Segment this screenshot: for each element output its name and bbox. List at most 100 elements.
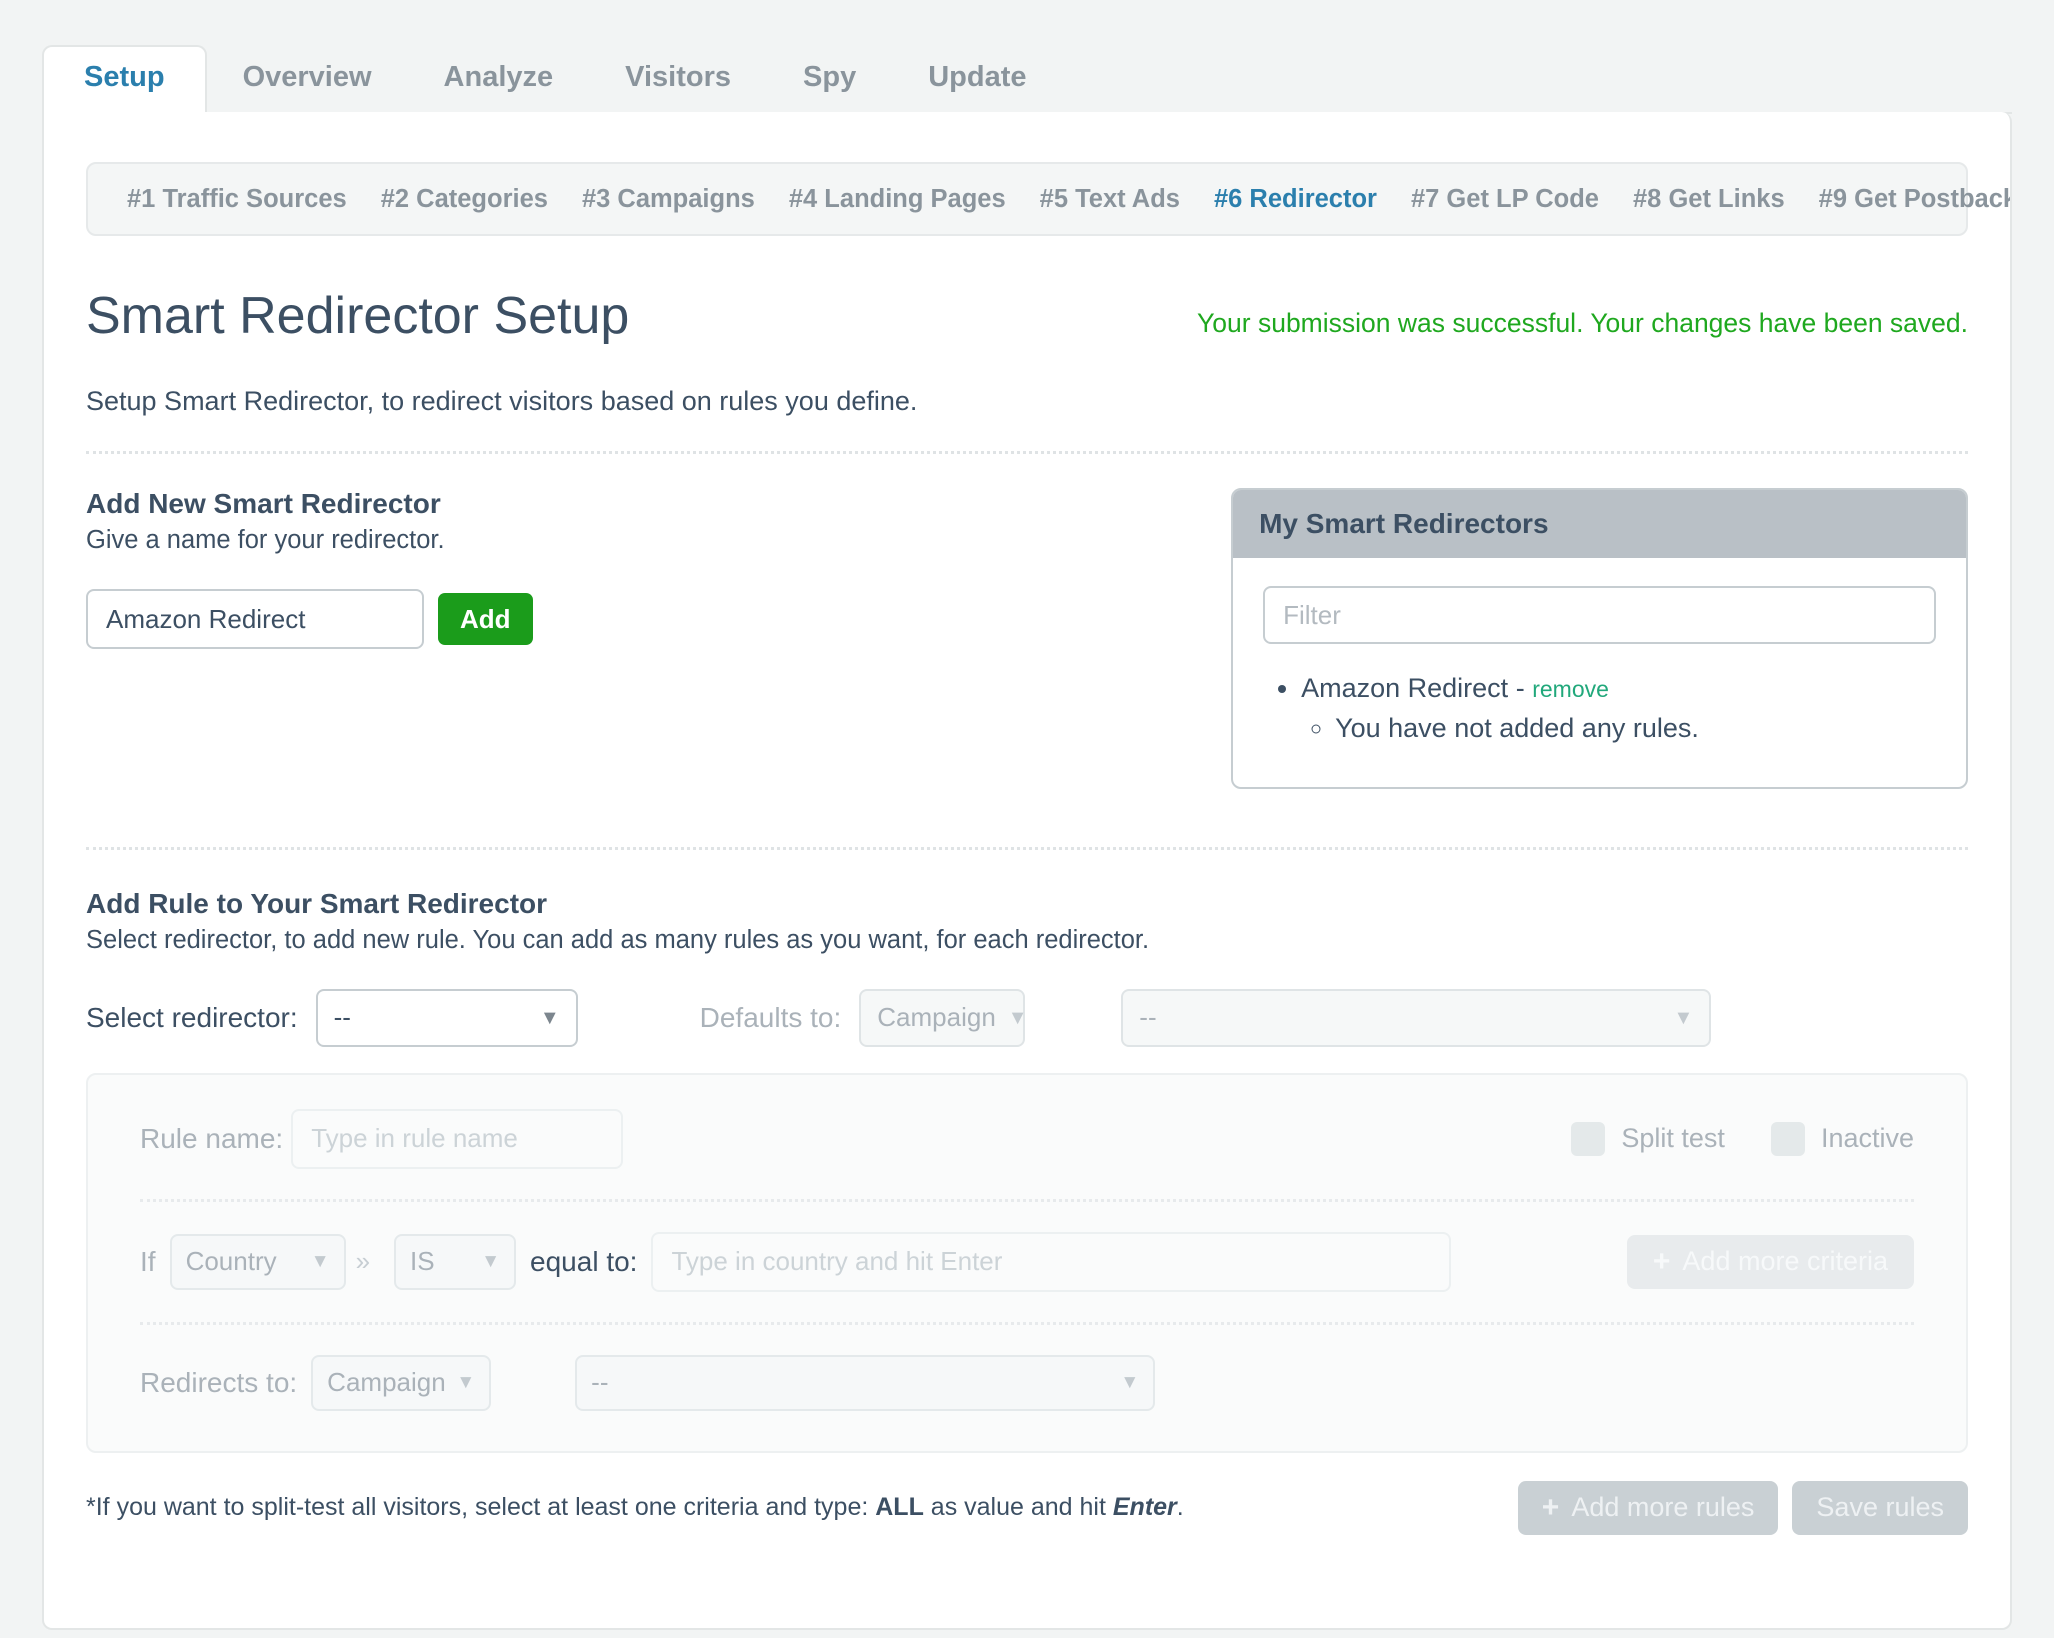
redirect-value-text: -- — [591, 1367, 609, 1398]
add-more-criteria-label: Add more criteria — [1682, 1246, 1888, 1277]
divider-top — [86, 451, 1968, 454]
redirectors-filter-input[interactable] — [1263, 586, 1936, 644]
footnote-suffix: . — [1176, 1493, 1184, 1522]
page-subtitle: Setup Smart Redirector, to redirect visi… — [86, 386, 918, 416]
add-redirector-form: Add — [86, 589, 1201, 649]
my-redirectors-body: Amazon Redirect - remove You have not ad… — [1233, 558, 1966, 787]
main-panel: #1 Traffic Sources #2 Categories #3 Camp… — [42, 112, 2012, 1630]
checkbox-icon — [1571, 1121, 1606, 1156]
tab-update[interactable]: Update — [892, 47, 1062, 112]
defaults-type-dropdown[interactable]: Campaign ▼ — [859, 988, 1028, 1047]
redirector-separator: - — [1515, 673, 1525, 703]
subnav-item-traffic-sources[interactable]: #1 Traffic Sources — [110, 185, 364, 214]
add-redirector-subtitle: Give a name for your redirector. — [86, 526, 445, 554]
rule-editor-card: Rule name: Split test Inactive If Countr… — [86, 1072, 1968, 1453]
rule-footer: *If you want to split-test all visitors,… — [86, 1480, 1968, 1535]
equal-to-label: equal to: — [530, 1245, 638, 1277]
my-redirectors-column: My Smart Redirectors Amazon Redirect - r… — [1231, 488, 1968, 789]
rule-name-input[interactable] — [291, 1108, 624, 1169]
criteria-field-value: Country — [185, 1246, 277, 1277]
tab-spy[interactable]: Spy — [767, 47, 892, 112]
add-more-rules-button[interactable]: + Add more rules — [1517, 1480, 1779, 1535]
subnav-item-landing-pages[interactable]: #4 Landing Pages — [772, 185, 1023, 214]
inactive-label: Inactive — [1820, 1123, 1914, 1154]
add-rule-title: Add Rule to Your Smart Redirector — [86, 887, 548, 919]
select-redirector-label: Select redirector: — [86, 1001, 298, 1033]
footnote-all: ALL — [875, 1493, 924, 1522]
step-subnav: #1 Traffic Sources #2 Categories #3 Camp… — [86, 162, 2010, 236]
list-item: You have not added any rules. — [1335, 710, 1936, 746]
redirector-section: Add New Smart Redirector Give a name for… — [86, 488, 1968, 789]
chevron-down-icon: ▼ — [539, 1006, 560, 1029]
rule-name-label: Rule name: — [140, 1122, 284, 1154]
tab-visitors[interactable]: Visitors — [589, 47, 767, 112]
chevron-down-icon: ▼ — [1120, 1372, 1140, 1394]
split-test-label: Split test — [1621, 1123, 1725, 1154]
redirects-to-label: Redirects to: — [140, 1366, 298, 1398]
footer-buttons: + Add more rules Save rules — [1517, 1480, 1968, 1535]
subnav-item-get-links[interactable]: #8 Get Links — [1616, 185, 1802, 214]
main-tabbar: Setup Overview Analyze Visitors Spy Upda… — [42, 42, 2012, 114]
select-redirector-value: -- — [333, 1002, 351, 1033]
chevron-down-icon: ▼ — [481, 1251, 501, 1273]
success-message: Your submission was successful. Your cha… — [1197, 308, 1968, 338]
redirectors-list: Amazon Redirect - remove You have not ad… — [1263, 670, 1936, 747]
chevron-down-icon: ▼ — [1007, 1006, 1028, 1029]
tab-setup[interactable]: Setup — [42, 45, 207, 114]
redirector-rules-list: You have not added any rules. — [1301, 710, 1936, 746]
criteria-value-input[interactable] — [651, 1231, 1452, 1292]
add-rule-subtitle: Select redirector, to add new rule. You … — [86, 925, 1150, 954]
split-test-footnote: *If you want to split-test all visitors,… — [86, 1493, 1184, 1522]
defaults-value-dropdown[interactable]: -- ▼ — [1121, 988, 1712, 1047]
redirect-type-dropdown[interactable]: Campaign ▼ — [311, 1354, 492, 1411]
rule-name-row: Rule name: Split test Inactive — [140, 1108, 1914, 1169]
criteria-field-dropdown[interactable]: Country ▼ — [169, 1233, 346, 1290]
plus-icon: + — [1652, 1244, 1671, 1278]
add-rule-header: Add Rule to Your Smart Redirector Select… — [86, 888, 1968, 955]
list-item: Amazon Redirect - remove You have not ad… — [1301, 670, 1936, 747]
page-header: Smart Redirector Setup Your submission w… — [86, 290, 1968, 360]
split-test-checkbox[interactable]: Split test — [1571, 1121, 1725, 1156]
subnav-item-get-lp-code[interactable]: #7 Get LP Code — [1394, 185, 1616, 214]
remove-redirector-link[interactable]: remove — [1532, 676, 1609, 702]
subnav-item-get-postback-pixel[interactable]: #9 Get Postback/Pixel — [1802, 185, 2010, 214]
subnav-item-redirector[interactable]: #6 Redirector — [1197, 185, 1394, 214]
select-redirector-dropdown[interactable]: -- ▼ — [315, 988, 578, 1047]
criteria-operator-dropdown[interactable]: IS ▼ — [394, 1233, 517, 1290]
rule-redirect-row: Redirects to: Campaign ▼ -- ▼ — [140, 1321, 1914, 1411]
subnav-item-categories[interactable]: #2 Categories — [364, 185, 565, 214]
save-rules-button[interactable]: Save rules — [1792, 1480, 1968, 1535]
chevron-down-icon: ▼ — [1673, 1006, 1694, 1029]
chevron-down-icon: ▼ — [310, 1251, 330, 1273]
add-redirector-button[interactable]: Add — [438, 593, 533, 645]
divider-middle — [86, 846, 1968, 850]
subnav-item-campaigns[interactable]: #3 Campaigns — [565, 185, 772, 214]
add-more-criteria-button[interactable]: + Add more criteria — [1626, 1234, 1914, 1289]
add-redirector-column: Add New Smart Redirector Give a name for… — [86, 488, 1201, 649]
redirector-name: Amazon Redirect — [1301, 673, 1509, 703]
my-redirectors-title: My Smart Redirectors — [1233, 490, 1966, 558]
add-redirector-title: Add New Smart Redirector — [86, 488, 441, 519]
chevron-double-right-icon: » — [355, 1246, 371, 1277]
redirect-value-dropdown[interactable]: -- ▼ — [575, 1354, 1156, 1411]
chevron-down-icon: ▼ — [456, 1372, 476, 1394]
defaults-to-label: Defaults to: — [699, 1001, 842, 1033]
criteria-operator-value: IS — [410, 1246, 435, 1277]
footnote-prefix: *If you want to split-test all visitors,… — [86, 1493, 876, 1522]
footnote-middle: as value and hit — [923, 1493, 1113, 1522]
if-label: If — [140, 1245, 156, 1277]
add-more-rules-label: Add more rules — [1571, 1492, 1755, 1523]
redirect-type-value: Campaign — [327, 1367, 446, 1398]
tab-analyze[interactable]: Analyze — [408, 47, 590, 112]
defaults-value-text: -- — [1139, 1002, 1157, 1033]
checkbox-icon — [1770, 1121, 1805, 1156]
footnote-enter: Enter — [1112, 1493, 1177, 1522]
plus-icon: + — [1541, 1490, 1560, 1524]
rule-criteria-row: If Country ▼ » IS ▼ equal to: + Add more… — [140, 1198, 1914, 1292]
subnav-item-text-ads[interactable]: #5 Text Ads — [1023, 185, 1197, 214]
my-redirectors-card: My Smart Redirectors Amazon Redirect - r… — [1231, 488, 1968, 789]
inactive-checkbox[interactable]: Inactive — [1770, 1121, 1914, 1156]
tab-overview[interactable]: Overview — [207, 47, 408, 112]
rule-selectors-row: Select redirector: -- ▼ Defaults to: Cam… — [86, 988, 1968, 1047]
redirector-name-input[interactable] — [86, 589, 424, 649]
